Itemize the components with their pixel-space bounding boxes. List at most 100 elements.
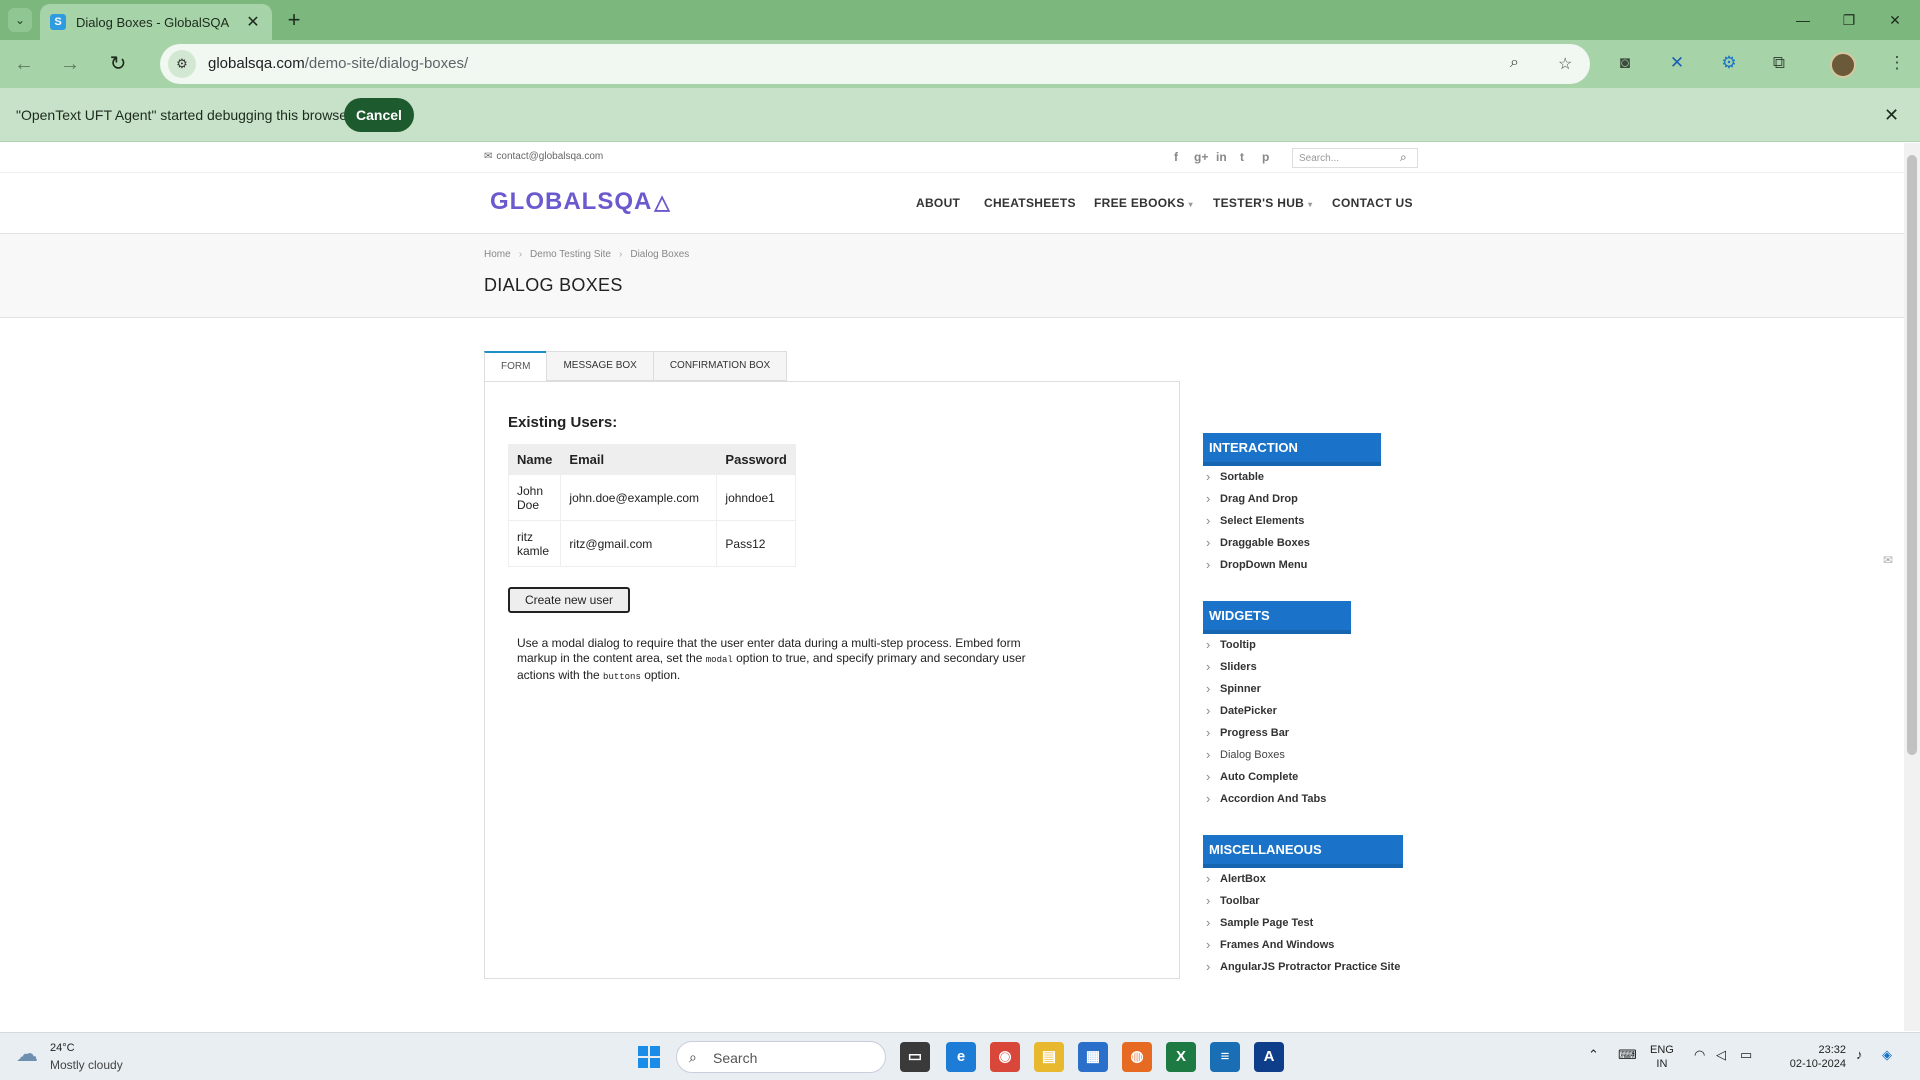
sidebar-item-sortable[interactable]: Sortable — [1203, 466, 1407, 488]
weather-description[interactable]: Mostly cloudy — [50, 1058, 123, 1072]
linkedin-icon[interactable]: in — [1216, 150, 1227, 164]
volume-icon[interactable]: ◁ — [1716, 1047, 1726, 1063]
new-tab-button[interactable]: + — [282, 7, 306, 32]
tab-form[interactable]: FORM — [484, 351, 548, 382]
weather-cloudy-icon[interactable]: ☁ — [16, 1041, 38, 1067]
menu-free-ebooks[interactable]: FREE EBOOKS ▾ — [1094, 196, 1193, 210]
pinterest-icon[interactable]: p — [1262, 150, 1269, 164]
site-info-icon[interactable]: ⚙ — [168, 50, 196, 78]
breadcrumb-separator: › — [619, 249, 623, 260]
tab-search-menu-button[interactable]: ⌄ — [8, 8, 32, 32]
breadcrumb-home[interactable]: Home — [484, 249, 511, 260]
globalsqa-logo[interactable]: GLOBALSQA △ — [490, 188, 671, 216]
menu-testers-hub[interactable]: TESTER'S HUB ▾ — [1213, 196, 1312, 210]
zoom-icon[interactable]: ⌕ — [1510, 54, 1519, 72]
system-clock[interactable]: 23:32 02-10-2024 — [1776, 1043, 1846, 1071]
reload-button[interactable]: ↻ — [104, 50, 132, 78]
keyboard-icon[interactable]: ⌨ — [1618, 1047, 1637, 1063]
profile-avatar[interactable] — [1830, 52, 1856, 78]
restore-button[interactable]: ❐ — [1826, 8, 1872, 32]
extension-badge-icon[interactable]: ⚙ — [1716, 50, 1742, 76]
tab-close-icon[interactable]: ✕ — [244, 12, 262, 32]
firefox-icon[interactable]: ◍ — [1122, 1042, 1152, 1072]
sidebar-item-alertbox[interactable]: AlertBox — [1203, 868, 1407, 890]
feedback-widget-icon[interactable]: ✉ — [1883, 553, 1893, 567]
breadcrumb-demo-site[interactable]: Demo Testing Site — [530, 249, 611, 260]
forward-button[interactable]: → — [56, 50, 84, 78]
demo-sidebar: INTERACTION Sortable Drag And Drop Selec… — [1203, 433, 1407, 978]
contact-email[interactable]: ✉ contact@globalsqa.com — [484, 151, 603, 162]
infobar-cancel-button[interactable]: Cancel — [344, 98, 414, 132]
sidebar-item-dialog-boxes[interactable]: Dialog Boxes — [1203, 744, 1407, 766]
uft-agent-icon[interactable]: A — [1254, 1042, 1284, 1072]
store-icon[interactable]: ▦ — [1078, 1042, 1108, 1072]
menu-contact-us[interactable]: CONTACT US — [1332, 196, 1413, 210]
sidebar-heading-interaction: INTERACTION — [1203, 433, 1381, 466]
sidebar-item-draggable-boxes[interactable]: Draggable Boxes — [1203, 532, 1407, 554]
copilot-icon[interactable]: ◈ — [1882, 1047, 1892, 1063]
menu-about[interactable]: ABOUT — [916, 196, 960, 210]
tools-extension-icon[interactable]: ✕ — [1664, 50, 1690, 76]
tab-message-box[interactable]: MESSAGE BOX — [546, 351, 654, 381]
browser-menu-icon[interactable]: ⋮ — [1884, 50, 1910, 76]
page-scrollbar[interactable] — [1904, 143, 1920, 1031]
users-table: Name Email Password John Doe john.doe@ex… — [507, 444, 796, 567]
tab-confirmation-box[interactable]: CONFIRMATION BOX — [652, 351, 788, 381]
url-text[interactable]: globalsqa.com/demo-site/dialog-boxes/ — [208, 55, 468, 72]
sidebar-heading-widgets: WIDGETS — [1203, 601, 1351, 634]
sidebar-item-frames-and-windows[interactable]: Frames And Windows — [1203, 934, 1407, 956]
taskbar-search[interactable]: ⌕ Search — [676, 1041, 886, 1073]
chrome-browser-icon[interactable]: ◉ — [990, 1042, 1020, 1072]
site-top-strip: ✉ contact@globalsqa.com f g+ in t p Searc… — [0, 143, 1904, 173]
google-plus-icon[interactable]: g+ — [1194, 150, 1208, 164]
cell-name: ritz kamle — [507, 520, 562, 567]
language-indicator[interactable]: ENG IN — [1650, 1043, 1674, 1071]
sidebar-item-dropdown-menu[interactable]: DropDown Menu — [1203, 554, 1407, 576]
sidebar-item-auto-complete[interactable]: Auto Complete — [1203, 766, 1407, 788]
minimize-button[interactable]: — — [1780, 8, 1826, 32]
battery-icon[interactable]: ▭ — [1740, 1047, 1752, 1063]
scrollbar-thumb[interactable] — [1907, 155, 1917, 755]
sidebar-item-toolbar[interactable]: Toolbar — [1203, 890, 1407, 912]
close-window-button[interactable]: ✕ — [1872, 8, 1918, 32]
edge-browser-icon[interactable]: e — [946, 1042, 976, 1072]
address-bar[interactable]: ⚙ globalsqa.com/demo-site/dialog-boxes/ … — [160, 44, 1590, 84]
sidebar-item-accordion-and-tabs[interactable]: Accordion And Tabs — [1203, 788, 1407, 810]
wifi-icon[interactable]: ◠ — [1694, 1047, 1705, 1063]
browser-tab[interactable]: S Dialog Boxes - GlobalSQA ✕ — [40, 4, 272, 40]
extensions-puzzle-icon[interactable]: ⧉ — [1766, 50, 1792, 76]
table-header-row: Name Email Password — [507, 444, 796, 475]
infobar-close-icon[interactable]: ✕ — [1884, 105, 1899, 126]
notepad-icon[interactable]: ≡ — [1210, 1042, 1240, 1072]
sidebar-item-select-elements[interactable]: Select Elements — [1203, 510, 1407, 532]
file-explorer-icon[interactable]: ▤ — [1034, 1042, 1064, 1072]
sidebar-item-sliders[interactable]: Sliders — [1203, 656, 1407, 678]
excel-icon[interactable]: X — [1166, 1042, 1196, 1072]
bookmark-star-icon[interactable]: ☆ — [1558, 54, 1572, 74]
sidebar-item-spinner[interactable]: Spinner — [1203, 678, 1407, 700]
content-tabs: FORM MESSAGE BOX CONFIRMATION BOX — [484, 351, 788, 382]
sidebar-item-drag-and-drop[interactable]: Drag And Drop — [1203, 488, 1407, 510]
create-new-user-button[interactable]: Create new user — [508, 587, 630, 613]
existing-users-heading: Existing Users: — [508, 414, 618, 431]
logo-triangle-icon: △ — [654, 192, 671, 214]
sidebar-item-progress-bar[interactable]: Progress Bar — [1203, 722, 1407, 744]
camera-extension-icon[interactable]: ◙ — [1612, 50, 1638, 76]
sidebar-item-angularjs-practice-site[interactable]: AngularJS Protractor Practice Site — [1203, 956, 1403, 978]
sidebar-widgets-section: WIDGETS Tooltip Sliders Spinner DatePick… — [1203, 601, 1407, 810]
cell-password: johndoe1 — [716, 474, 796, 521]
weather-temperature[interactable]: 24°C — [50, 1042, 75, 1054]
sidebar-item-tooltip[interactable]: Tooltip — [1203, 634, 1407, 656]
tray-overflow-icon[interactable]: ⌃ — [1588, 1047, 1599, 1063]
twitter-icon[interactable]: t — [1240, 150, 1244, 164]
sidebar-item-sample-page-test[interactable]: Sample Page Test — [1203, 912, 1407, 934]
search-icon[interactable]: ⌕ — [1400, 150, 1407, 165]
facebook-icon[interactable]: f — [1174, 150, 1178, 164]
browser-toolbar: ← → ↻ ⚙ globalsqa.com/demo-site/dialog-b… — [0, 40, 1920, 88]
notification-bell-icon[interactable]: ♪ — [1856, 1047, 1863, 1062]
start-button[interactable] — [638, 1046, 660, 1068]
sidebar-item-datepicker[interactable]: DatePicker — [1203, 700, 1407, 722]
task-view-icon[interactable]: ▭ — [900, 1042, 930, 1072]
back-button[interactable]: ← — [10, 50, 38, 78]
menu-cheatsheets[interactable]: CHEATSHEETS — [984, 196, 1076, 210]
